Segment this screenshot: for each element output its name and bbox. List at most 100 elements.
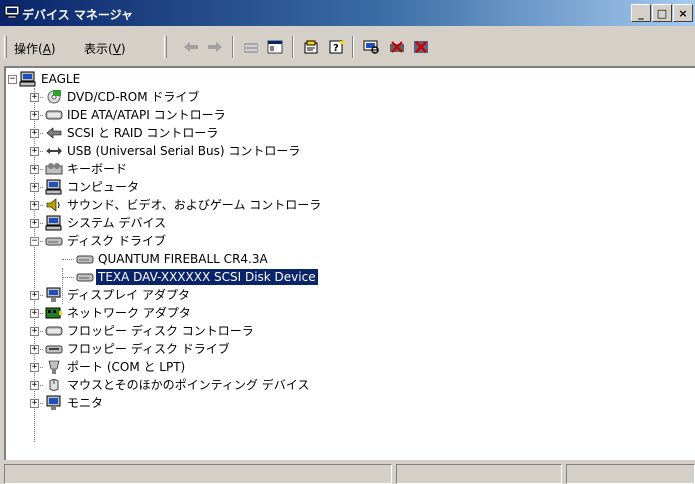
disable-icon <box>414 41 428 53</box>
collapse-toggle[interactable]: − <box>30 236 39 246</box>
sound-icon <box>46 198 60 212</box>
tree-child-item[interactable]: QUANTUM FIREBALL CR4.3A <box>62 250 270 268</box>
device-label: QUANTUM FIREBALL CR4.3A <box>98 252 268 266</box>
expand-toggle[interactable]: + <box>30 146 39 156</box>
close-button[interactable]: × <box>673 4 693 22</box>
tree-item[interactable]: + USB (Universal Serial Bus) コントローラ <box>30 142 302 160</box>
maximize-button[interactable]: □ <box>652 4 672 22</box>
disable-button[interactable] <box>410 37 432 57</box>
show-hide-tree-button[interactable] <box>264 37 286 57</box>
tree-item[interactable]: + コンピュータ <box>30 178 141 196</box>
disk-drive-icon <box>76 273 94 282</box>
disk-drive-icon <box>76 255 94 264</box>
toolbar: 操作(A) 表示(V) ? <box>0 26 695 64</box>
selected-device-label: TEXA DAV-XXXXXX SCSI Disk Device <box>96 269 318 285</box>
tree-item[interactable]: + IDE ATA/ATAPI コントローラ <box>30 106 228 124</box>
toolbar-grip[interactable] <box>164 36 167 58</box>
help-icon: ? <box>329 40 344 54</box>
tree-line <box>62 259 74 260</box>
computer-icon <box>45 179 62 195</box>
tree-item-label: ディスプレイ アダプタ <box>67 288 190 302</box>
tree-item[interactable]: + モニタ <box>30 394 105 412</box>
menu-view[interactable]: 表示(V) <box>84 40 126 57</box>
menu-action-accel: A <box>42 42 51 56</box>
expand-toggle[interactable]: + <box>30 182 39 192</box>
properties-icon <box>304 40 318 54</box>
tree-item[interactable]: + システム デバイス <box>30 214 168 232</box>
tree-item-label: システム デバイス <box>67 216 167 230</box>
tree-item[interactable]: + SCSI と RAID コントローラ <box>30 124 220 142</box>
status-panel <box>396 464 562 484</box>
tree-child-item[interactable]: TEXA DAV-XXXXXX SCSI Disk Device <box>62 268 318 286</box>
expand-toggle[interactable]: + <box>30 362 39 372</box>
device-tree[interactable]: − EAGLE + DVD/CD-ROM ドライブ + IDE ATA/ATAPI コ… <box>4 66 695 460</box>
floppy-controller-icon <box>45 326 63 336</box>
collapse-toggle[interactable]: − <box>8 74 17 84</box>
computer-icon <box>19 71 36 87</box>
status-bar <box>4 462 695 484</box>
tree-item-label: フロッピー ディスク コントローラ <box>67 324 254 338</box>
expand-toggle[interactable]: + <box>30 128 39 138</box>
tree-item-label: ネットワーク アダプタ <box>67 306 191 320</box>
status-panel <box>566 464 695 484</box>
forward-button[interactable] <box>204 37 226 57</box>
expand-toggle[interactable]: + <box>30 344 39 354</box>
expand-toggle[interactable]: + <box>30 398 39 408</box>
tree-item-label: キーボード <box>67 162 128 176</box>
tree-item[interactable]: + フロッピー ディスク ドライブ <box>30 340 232 358</box>
expand-toggle[interactable]: + <box>30 164 39 174</box>
tree-item-label: マウスとそのほかのポインティング デバイス <box>67 378 310 392</box>
tree-item-label: IDE ATA/ATAPI コントローラ <box>67 108 226 122</box>
display-adapter-icon <box>46 287 61 302</box>
uninstall-button[interactable] <box>386 37 408 57</box>
tree-root[interactable]: − EAGLE <box>8 70 82 88</box>
menu-view-accel: V <box>112 42 121 56</box>
tree-item-label: フロッピー ディスク ドライブ <box>67 342 230 356</box>
mouse-icon <box>49 379 59 391</box>
menu-grip[interactable] <box>4 36 7 58</box>
tree-item-label: SCSI と RAID コントローラ <box>67 126 219 140</box>
tree-item[interactable]: + マウスとそのほかのポインティング デバイス <box>30 376 311 394</box>
tree-item-label: ポート (COM と LPT) <box>67 360 186 374</box>
expand-toggle[interactable]: + <box>30 92 39 102</box>
scsi-icon <box>46 127 62 139</box>
minimize-button[interactable]: _ <box>631 4 651 22</box>
floppy-drive-icon <box>45 345 63 354</box>
expand-toggle[interactable]: + <box>30 380 39 390</box>
up-button[interactable] <box>240 37 262 57</box>
tree-root-label: EAGLE <box>41 72 81 86</box>
title-bar[interactable]: デバイス マネージャ _ □ × <box>0 0 695 26</box>
properties-button[interactable] <box>300 37 322 57</box>
tree-item-label: USB (Universal Serial Bus) コントローラ <box>67 144 301 158</box>
keyboard-icon <box>45 163 63 175</box>
expand-toggle[interactable]: + <box>30 200 39 210</box>
network-adapter-icon <box>45 307 62 319</box>
show-hide-tree-icon <box>267 40 283 54</box>
tree-item[interactable]: + ポート (COM と LPT) <box>30 358 187 376</box>
expand-toggle[interactable]: + <box>30 290 39 300</box>
tree-line <box>62 277 74 278</box>
tree-item[interactable]: + キーボード <box>30 160 129 178</box>
status-panel <box>4 464 392 484</box>
tree-item[interactable]: + サウンド、ビデオ、およびゲーム コントローラ <box>30 196 323 214</box>
up-folder-icon <box>244 43 258 53</box>
tree-item[interactable]: − ディスク ドライブ <box>30 232 168 250</box>
scan-hardware-button[interactable] <box>360 37 382 57</box>
expand-toggle[interactable]: + <box>30 326 39 336</box>
expand-toggle[interactable]: + <box>30 308 39 318</box>
toolbar-separator <box>232 36 234 58</box>
device-manager-icon <box>4 5 20 19</box>
system-device-icon <box>45 215 62 231</box>
menu-action[interactable]: 操作(A) <box>14 40 56 57</box>
disk-drive-icon <box>45 237 63 246</box>
back-button[interactable] <box>180 37 202 57</box>
tree-item[interactable]: + DVD/CD-ROM ドライブ <box>30 88 201 106</box>
toolbar-separator <box>292 36 294 58</box>
svg-text:?: ? <box>333 43 339 54</box>
expand-toggle[interactable]: + <box>30 110 39 120</box>
help-button[interactable]: ? <box>326 37 348 57</box>
tree-item[interactable]: + フロッピー ディスク コントローラ <box>30 322 256 340</box>
tree-item[interactable]: + ディスプレイ アダプタ <box>30 286 192 304</box>
tree-item[interactable]: + ネットワーク アダプタ <box>30 304 193 322</box>
expand-toggle[interactable]: + <box>30 218 39 228</box>
